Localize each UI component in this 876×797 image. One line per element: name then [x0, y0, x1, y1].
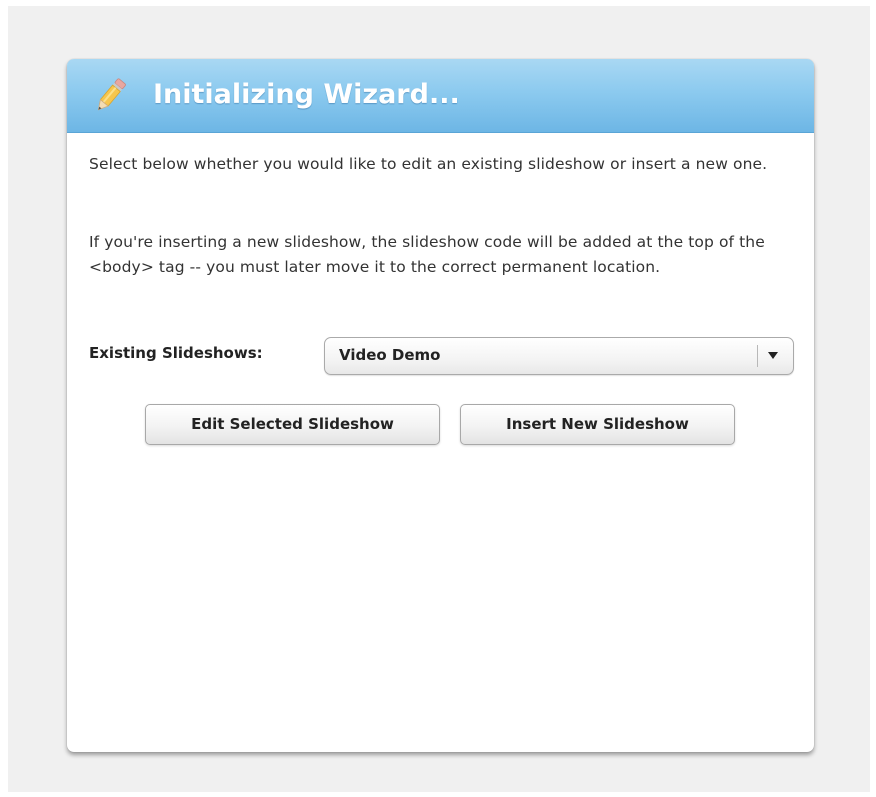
select-divider — [757, 345, 758, 367]
insert-new-slideshow-button[interactable]: Insert New Slideshow — [460, 404, 735, 445]
selected-slideshow-value: Video Demo — [339, 346, 441, 364]
wizard-panel: Initializing Wizard... Select below whet… — [67, 59, 814, 752]
wizard-title: Initializing Wizard... — [153, 79, 460, 110]
existing-slideshows-select[interactable]: Video Demo — [324, 337, 794, 375]
pencil-icon — [89, 75, 131, 117]
intro-text: Select below whether you would like to e… — [89, 155, 768, 173]
notice-text: If you're inserting a new slideshow, the… — [89, 233, 765, 276]
wizard-header: Initializing Wizard... — [67, 59, 814, 133]
edit-selected-slideshow-button[interactable]: Edit Selected Slideshow — [145, 404, 440, 445]
chevron-down-icon[interactable] — [768, 352, 778, 359]
existing-slideshows-label: Existing Slideshows: — [89, 344, 263, 362]
